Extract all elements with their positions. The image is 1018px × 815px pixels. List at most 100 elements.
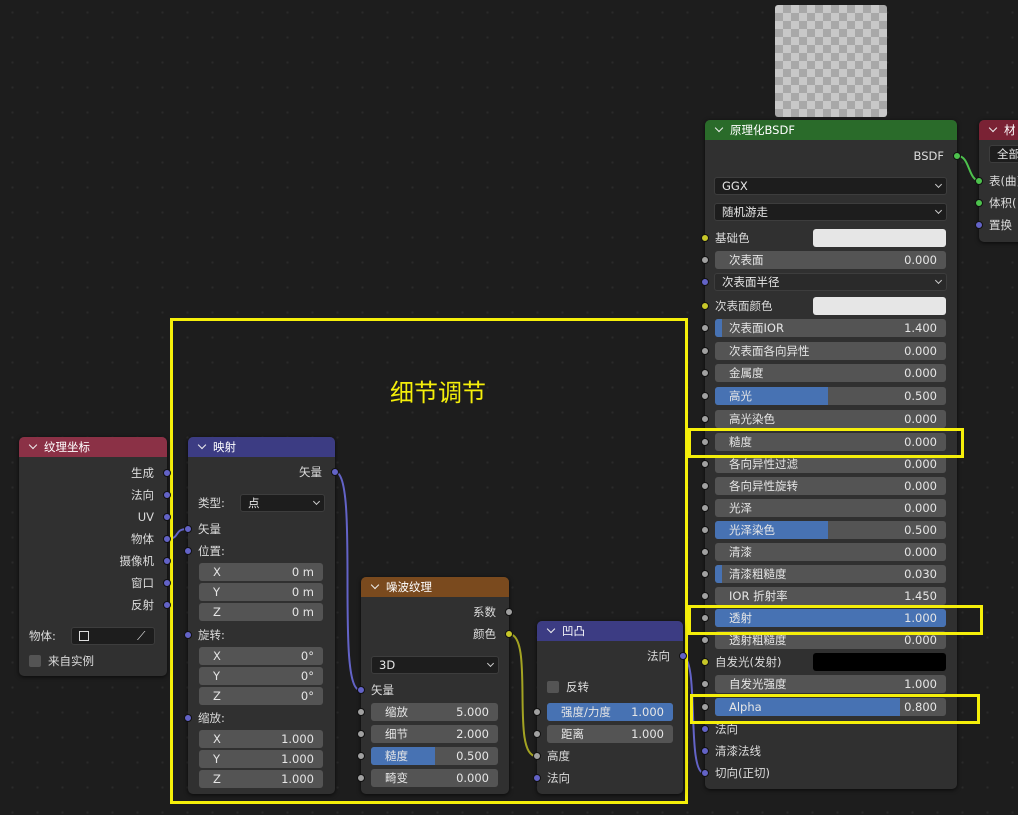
socket-in-sheen[interactable]: [701, 504, 709, 512]
node-header[interactable]: 纹理坐标: [19, 437, 167, 457]
eyedropper-icon[interactable]: ⟋: [137, 629, 145, 644]
node-header[interactable]: 材: [979, 120, 1018, 140]
dimension-select[interactable]: 3D: [371, 656, 499, 674]
socket-in-ior[interactable]: [701, 592, 709, 600]
clearcoat-field[interactable]: 清漆 0.000: [715, 543, 946, 561]
anisotropic-rotation-field[interactable]: 各向异性旋转 0.000: [715, 477, 946, 495]
sheen-tint-field[interactable]: 光泽染色 0.500: [715, 521, 946, 539]
noise-scale-field[interactable]: 缩放 5.000: [371, 703, 498, 721]
emission-color-swatch[interactable]: [813, 653, 946, 671]
checkbox-icon[interactable]: [547, 681, 559, 693]
socket-out-vector[interactable]: [331, 468, 339, 476]
specular-field[interactable]: 高光 0.500: [715, 387, 946, 405]
subsurface-anisotropy-field[interactable]: 次表面各向异性 0.000: [715, 342, 946, 360]
noise-roughness-field[interactable]: 糙度 0.500: [371, 747, 498, 765]
socket-object[interactable]: [163, 535, 171, 543]
metallic-field[interactable]: 金属度 0.000: [715, 364, 946, 382]
socket-in-specular[interactable]: [701, 392, 709, 400]
socket-in-subsurface[interactable]: [701, 256, 709, 264]
sheen-field[interactable]: 光泽 0.000: [715, 499, 946, 517]
node-header[interactable]: 噪波纹理: [361, 577, 509, 597]
socket-in-detail[interactable]: [357, 730, 365, 738]
rotation-y-field[interactable]: Y 0°: [199, 667, 323, 685]
location-x-field[interactable]: X0 m: [199, 563, 323, 581]
collapse-chevron-icon[interactable]: [370, 580, 380, 590]
socket-in-vector[interactable]: [184, 525, 192, 533]
rotation-x-field[interactable]: X 0°: [199, 647, 323, 665]
node-header[interactable]: 原理化BSDF: [705, 120, 957, 140]
invert-checkbox[interactable]: 反转: [537, 677, 683, 697]
location-z-field[interactable]: Z0 m: [199, 603, 323, 621]
socket-in-clearcoat-normal[interactable]: [701, 747, 709, 755]
clearcoat-roughness-field[interactable]: 清漆粗糙度 0.030: [715, 565, 946, 583]
base-color-swatch[interactable]: [813, 229, 946, 247]
mapping-type-select[interactable]: 点: [240, 494, 325, 512]
socket-in-distortion[interactable]: [357, 774, 365, 782]
socket-in-emission[interactable]: [701, 658, 709, 666]
collapse-chevron-icon[interactable]: [714, 123, 724, 133]
noise-texture-node[interactable]: 噪波纹理 系数 颜色 3D 矢量 缩放 5.000 细节 2.000 糙度 0.500…: [357, 577, 513, 794]
scale-z-field[interactable]: Z 1.000: [199, 770, 323, 788]
socket-in-anisotropic[interactable]: [701, 460, 709, 468]
specular-tint-field[interactable]: 高光染色 0.000: [715, 410, 946, 428]
socket-in-roughness[interactable]: [357, 752, 365, 760]
collapse-chevron-icon[interactable]: [988, 123, 998, 133]
rotation-z-field[interactable]: Z 0°: [199, 687, 323, 705]
node-header[interactable]: 凹凸: [537, 621, 683, 641]
socket-in-scale[interactable]: [184, 714, 192, 722]
socket-in-tangent[interactable]: [701, 769, 709, 777]
scale-y-field[interactable]: Y 1.000: [199, 750, 323, 768]
socket-out-bsdf[interactable]: [953, 152, 961, 160]
texture-coordinate-node[interactable]: 纹理坐标 生成 法向 UV 物体 摄像机 窗口 反射 物体: ⟋ 来自实例: [19, 437, 171, 676]
socket-in-subsurface-radius[interactable]: [701, 278, 709, 286]
socket-in-sheen-tint[interactable]: [701, 526, 709, 534]
socket-in-displacement[interactable]: [975, 221, 983, 229]
subsurface-method-select[interactable]: 随机游走: [714, 203, 947, 221]
collapse-chevron-icon[interactable]: [28, 440, 38, 450]
output-target-select[interactable]: 全部: [989, 145, 1018, 163]
socket-in-subsurface-ior[interactable]: [701, 324, 709, 332]
emission-strength-field[interactable]: 自发光强度 1.000: [715, 675, 946, 693]
socket-in-clearcoat-roughness[interactable]: [701, 570, 709, 578]
checkbox-icon[interactable]: [29, 655, 41, 667]
collapse-chevron-icon[interactable]: [197, 440, 207, 450]
socket-in-anisotropic-rotation[interactable]: [701, 482, 709, 490]
socket-in-specular-tint[interactable]: [701, 415, 709, 423]
subsurface-color-swatch[interactable]: [813, 297, 946, 315]
socket-in-normal[interactable]: [701, 725, 709, 733]
socket-in-surface[interactable]: [975, 177, 983, 185]
socket-window[interactable]: [163, 579, 171, 587]
socket-in-subsurface-color[interactable]: [701, 302, 709, 310]
from-instancer-checkbox[interactable]: 来自实例: [19, 651, 167, 671]
node-header[interactable]: 映射: [188, 437, 335, 457]
socket-in-location[interactable]: [184, 547, 192, 555]
socket-in-normal[interactable]: [533, 774, 541, 782]
bump-node[interactable]: 凹凸 法向 反转 强度/力度 1.000 距离 1.000 高度 法向: [533, 621, 687, 794]
socket-in-rotation[interactable]: [184, 631, 192, 639]
socket-generated[interactable]: [163, 469, 171, 477]
socket-out-color[interactable]: [505, 630, 513, 638]
socket-in-height[interactable]: [533, 752, 541, 760]
mapping-node[interactable]: 映射 矢量 类型: 点 矢量 位置: X0 m Y0 m Z0 m 旋转: X0…: [184, 437, 339, 794]
socket-out-normal[interactable]: [679, 652, 687, 660]
socket-camera[interactable]: [163, 557, 171, 565]
subsurface-radius-select[interactable]: 次表面半径: [714, 273, 947, 291]
bump-strength-field[interactable]: 强度/力度 1.000: [547, 703, 673, 721]
socket-in-volume[interactable]: [975, 199, 983, 207]
noise-detail-field[interactable]: 细节 2.000: [371, 725, 498, 743]
material-output-node[interactable]: 材 全部 表(曲) 体积( 置换: [975, 120, 1018, 242]
socket-in-base-color[interactable]: [701, 234, 709, 242]
socket-uv[interactable]: [163, 513, 171, 521]
socket-in-metallic[interactable]: [701, 369, 709, 377]
socket-in-subsurface-anisotropy[interactable]: [701, 347, 709, 355]
socket-in-transmission-roughness[interactable]: [701, 636, 709, 644]
socket-in-scale[interactable]: [357, 708, 365, 716]
socket-in-strength[interactable]: [533, 708, 541, 716]
socket-in-clearcoat[interactable]: [701, 548, 709, 556]
subsurface-field[interactable]: 次表面 0.000: [715, 251, 946, 269]
subsurface-ior-field[interactable]: 次表面IOR 1.400: [715, 319, 946, 337]
noise-distortion-field[interactable]: 畸变 0.000: [371, 769, 498, 787]
collapse-chevron-icon[interactable]: [546, 624, 556, 634]
distribution-select[interactable]: GGX: [714, 177, 947, 195]
socket-reflection[interactable]: [163, 601, 171, 609]
